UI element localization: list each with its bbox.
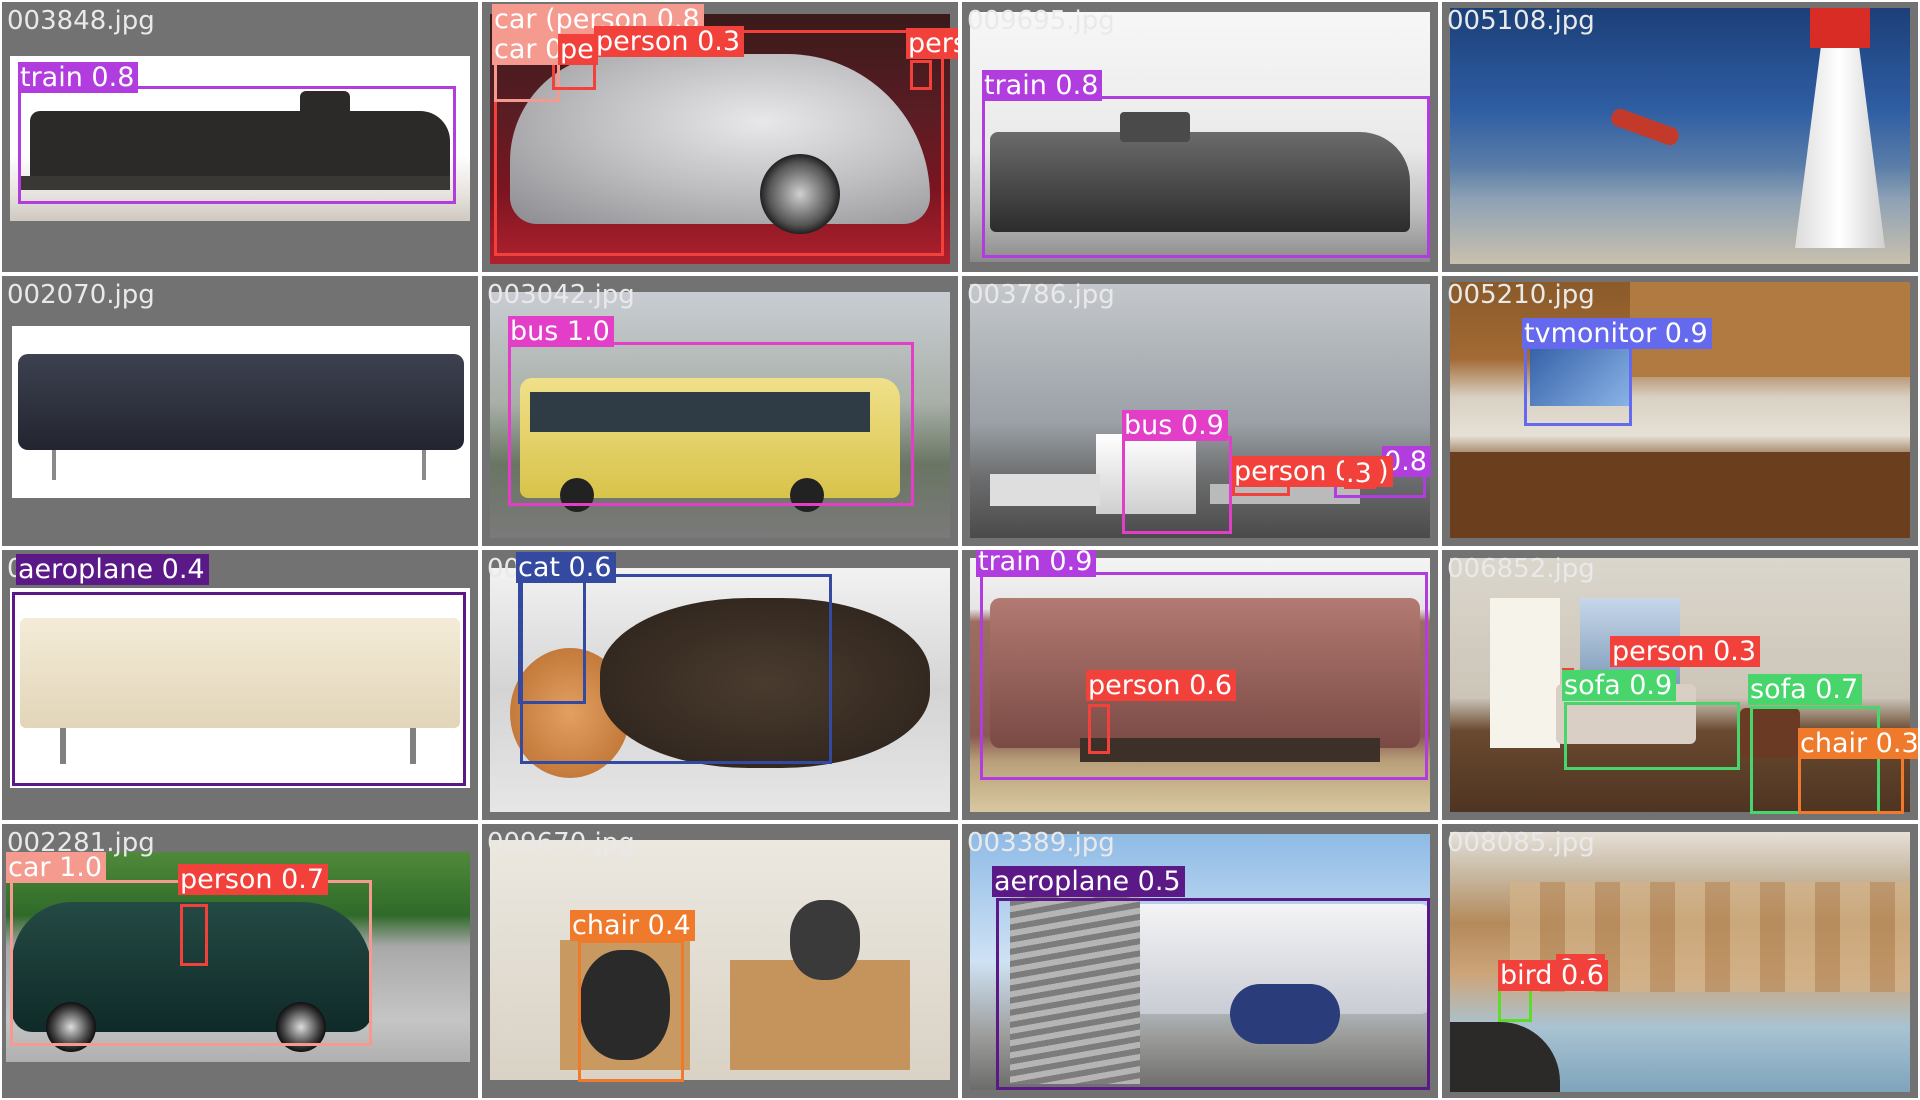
lighthouse xyxy=(1795,38,1885,248)
file-name: 003389.jpg xyxy=(967,828,1115,858)
result-tile: 0.8 bird 0.6 008085.jpg xyxy=(1442,824,1918,1098)
doors xyxy=(1490,598,1560,748)
detection-label: chair 0.3 xyxy=(1798,728,1918,759)
detection-label: car 0 xyxy=(492,34,567,65)
bounding-box xyxy=(520,574,832,764)
bounding-box xyxy=(1088,704,1110,754)
bounding-box xyxy=(996,898,1430,1090)
detection-label: bird 0.6 xyxy=(1498,960,1608,991)
detection-label: pe xyxy=(558,34,598,65)
bounding-box xyxy=(508,342,914,506)
detection-label: person 0.3 xyxy=(1610,636,1761,667)
detection-label: aeroplane 0.4 xyxy=(16,554,209,585)
detection-label: car 1.0 xyxy=(6,852,107,883)
result-tile: 005108.jpg xyxy=(1442,2,1918,272)
detection-label: person 0.7 xyxy=(178,864,329,895)
desk xyxy=(1450,452,1910,538)
detection-results-mosaic: train 0.8 003848.jpg car (person 0.8 car… xyxy=(0,0,1920,1100)
file-name: 003042.jpg xyxy=(487,280,635,310)
result-tile: bus 0.9 0.8 person 0.3) .3 003786.jpg xyxy=(962,276,1438,546)
file-name: 006852.jpg xyxy=(1447,554,1595,584)
result-tile: train 0.8 009695.jpg xyxy=(962,2,1438,272)
result-tile: chair 0.4 009670.jpg xyxy=(482,824,958,1098)
result-tile: tvmonitor 0.9 005210.jpg xyxy=(1442,276,1918,546)
aircraft xyxy=(1609,106,1681,148)
detection-label: chair 0.4 xyxy=(570,910,695,941)
file-name: 003786.jpg xyxy=(967,280,1115,310)
detection-label: sofa 0.9 xyxy=(1562,670,1677,701)
file-name: 009670.jpg xyxy=(487,828,635,858)
result-tile: bus 1.0 003042.jpg xyxy=(482,276,958,546)
dark-sofa xyxy=(18,354,464,450)
photo xyxy=(490,840,950,1080)
bounding-box xyxy=(1564,702,1740,770)
detection-label: train 0.9 xyxy=(976,550,1097,577)
result-tile: car 1.0 person 0.7 002281.jpg xyxy=(2,824,478,1098)
detection-label: bus 0.9 xyxy=(1122,410,1228,441)
detection-label: train 0.8 xyxy=(18,62,139,93)
result-tile: cat 0.6 00 xyxy=(482,550,958,820)
bounding-box xyxy=(578,940,684,1082)
rock xyxy=(1450,1022,1560,1092)
detection-label: person 0.37 xyxy=(906,28,958,59)
bounding-box xyxy=(552,62,596,90)
bounding-box xyxy=(982,96,1430,258)
result-tile: aeroplane 0.4 0 xyxy=(2,550,478,820)
photo xyxy=(12,326,470,498)
detection-label: .3 xyxy=(1344,458,1376,489)
detection-label: aeroplane 0.5 xyxy=(992,866,1185,897)
detection-label: sofa 0.7 xyxy=(1748,674,1863,705)
result-tile: 002070.jpg xyxy=(2,276,478,546)
detection-label: person 0.6 xyxy=(1086,670,1237,701)
detection-label: tvmonitor 0.9 xyxy=(1522,318,1712,349)
file-name: 003848.jpg xyxy=(7,6,155,36)
bounding-box xyxy=(910,60,932,90)
grey-cat xyxy=(790,900,860,980)
photo xyxy=(1450,8,1910,264)
detection-label: bus 1.0 xyxy=(508,316,614,347)
result-tile: aeroplane 0.5 003389.jpg xyxy=(962,824,1438,1098)
file-name: 009695.jpg xyxy=(967,6,1115,36)
file-name: 005210.jpg xyxy=(1447,280,1595,310)
bounding-box xyxy=(18,86,456,204)
result-tile: train 0.9 person 0.6 xyxy=(962,550,1438,820)
detection-label: person 0.3 xyxy=(594,26,745,57)
detection-label: train 0.8 xyxy=(982,70,1103,101)
result-tile: person 0.3 sofa 0.9 sofa 0.7 chair 0.3 0… xyxy=(1442,550,1918,820)
file-name: 008085.jpg xyxy=(1447,828,1595,858)
result-tile: train 0.8 003848.jpg xyxy=(2,2,478,272)
result-tile: car (person 0.8 car 0 pe person 0.3 pers… xyxy=(482,2,958,272)
file-name: 002070.jpg xyxy=(7,280,155,310)
bounding-box xyxy=(12,592,466,786)
bounding-box xyxy=(180,904,208,966)
file-name: 005108.jpg xyxy=(1447,6,1595,36)
detection-label: cat 0.6 xyxy=(516,552,616,583)
bounding-box xyxy=(1122,436,1232,534)
